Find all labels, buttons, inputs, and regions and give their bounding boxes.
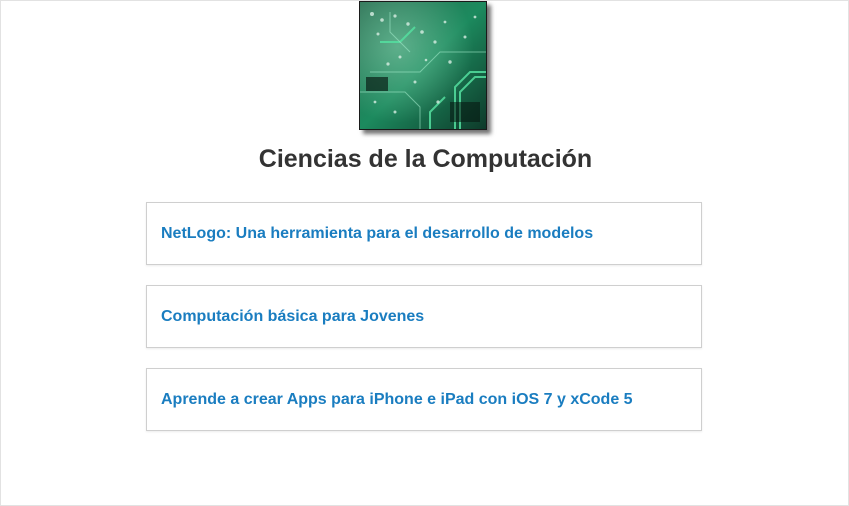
course-link-netlogo[interactable]: NetLogo: Una herramienta para el desarro…: [161, 225, 593, 243]
page-title: Ciencias de la Computación: [258, 145, 593, 173]
category-thumbnail: [359, 1, 487, 130]
course-card-netlogo[interactable]: NetLogo: Una herramienta para el desarro…: [146, 202, 702, 265]
course-card-computacion-basica[interactable]: Computación básica para Jovenes: [146, 285, 702, 348]
circuit-board-image: [360, 2, 486, 129]
course-link-computacion-basica[interactable]: Computación básica para Jovenes: [161, 308, 424, 326]
course-card-apps-ios[interactable]: Aprende a crear Apps para iPhone e iPad …: [146, 368, 702, 431]
course-link-apps-ios[interactable]: Aprende a crear Apps para iPhone e iPad …: [161, 391, 633, 409]
page-frame: Ciencias de la Computación NetLogo: Una …: [0, 0, 849, 506]
